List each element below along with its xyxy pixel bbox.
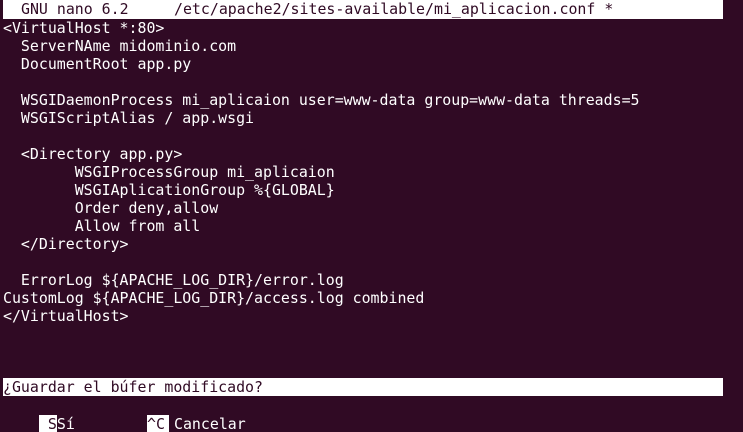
editor-line[interactable]: WSGIProcessGroup mi_aplicaion	[3, 163, 335, 181]
editor-line[interactable]: WSGIScriptAlias / app.wsgi	[3, 109, 254, 127]
editor-line[interactable]: DocumentRoot app.py	[3, 55, 191, 73]
editor-line[interactable]: CustomLog ${APACHE_LOG_DIR}/access.log c…	[3, 289, 424, 307]
editor-line[interactable]: <VirtualHost *:80>	[3, 19, 164, 37]
editor-buffer[interactable]: <VirtualHost *:80> ServerNAme midominio.…	[0, 19, 743, 376]
shortcut-label-cancel[interactable]: Cancelar	[174, 415, 246, 432]
editor-line[interactable]: Order deny,allow	[3, 199, 218, 217]
save-prompt: ¿Guardar el búfer modificado?	[3, 378, 723, 396]
editor-line[interactable]: WSGIAplicationGroup %{GLOBAL}	[3, 181, 335, 199]
app-version: GNU nano 6.2	[21, 0, 129, 18]
terminal-window: GNU nano 6.2 /etc/apache2/sites-availabl…	[0, 0, 743, 432]
editor-line[interactable]: Allow from all	[3, 217, 201, 235]
editor-line[interactable]: WSGIDaemonProcess mi_aplicaion user=www-…	[3, 91, 640, 109]
editor-line[interactable]: ErrorLog ${APACHE_LOG_DIR}/error.log	[3, 271, 344, 289]
file-path: /etc/apache2/sites-available/mi_aplicaci…	[174, 0, 614, 18]
shortcut-yes[interactable]: SSí	[3, 397, 75, 432]
nano-title-bar: GNU nano 6.2 /etc/apache2/sites-availabl…	[3, 0, 723, 19]
shortcut-key-cancel[interactable]: ^C	[147, 415, 169, 432]
editor-line[interactable]: ServerNAme midominio.com	[3, 37, 236, 55]
shortcut-row-bottom: NNo ^C Cancelar	[3, 415, 723, 432]
editor-line[interactable]: </Directory>	[3, 235, 129, 253]
editor-line[interactable]: </VirtualHost>	[3, 307, 129, 325]
editor-line[interactable]: <Directory app.py>	[3, 145, 182, 163]
